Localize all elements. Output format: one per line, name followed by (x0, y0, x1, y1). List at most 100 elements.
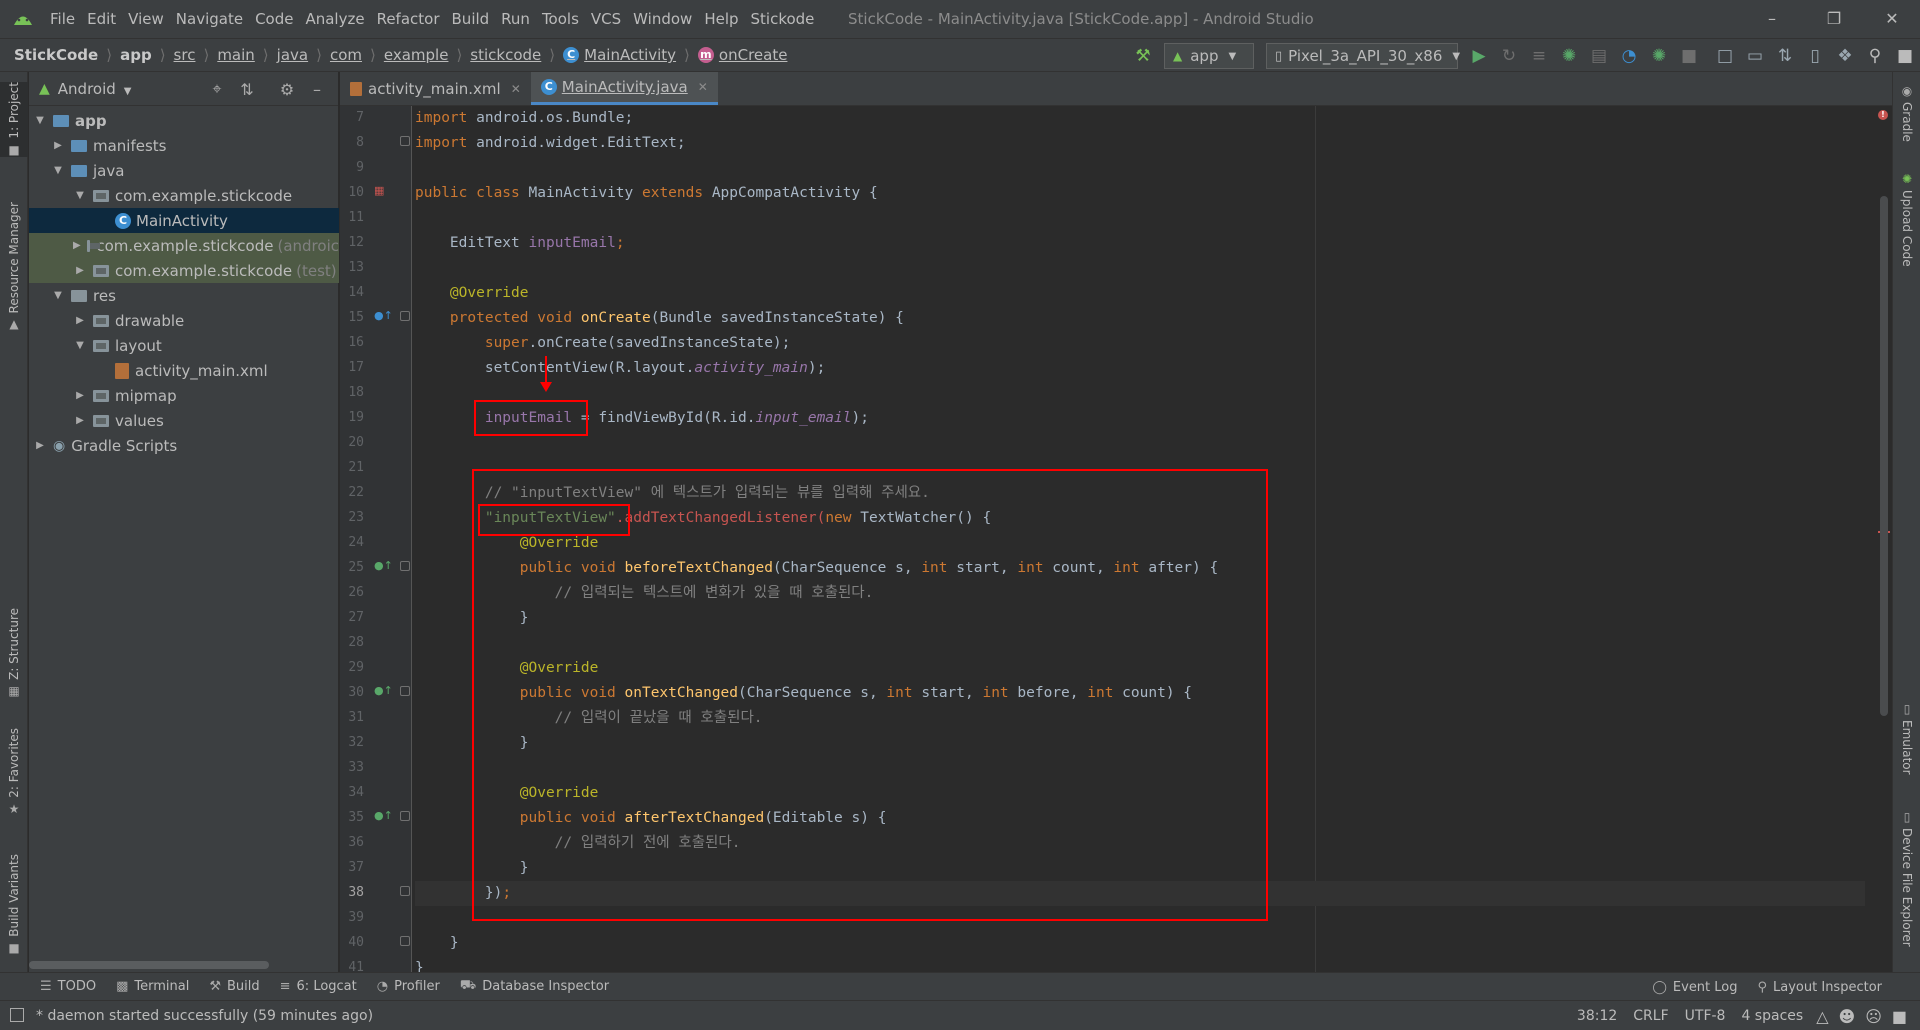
search-icon[interactable]: ⚲ (1860, 41, 1890, 71)
todo-tool-button[interactable]: ☰ TODO (30, 979, 106, 994)
menu-code[interactable]: Code (249, 10, 299, 28)
stop-icon[interactable]: ■ (1674, 41, 1704, 71)
structure-tab[interactable]: Z: Structure ▦ (0, 608, 28, 698)
tool-windows-toggle-icon[interactable] (10, 1007, 24, 1022)
tree-item-package[interactable]: ▼ com.example.stickcode (29, 183, 339, 208)
breadcrumb-src[interactable]: src (174, 46, 196, 64)
apply-code-changes-icon[interactable]: ≡ (1524, 41, 1554, 71)
sdk-manager-icon[interactable]: ⇅ (1770, 41, 1800, 71)
fold-icon[interactable] (400, 686, 410, 696)
plugin-icon[interactable]: ❖ (1830, 41, 1860, 71)
fold-icon[interactable] (400, 136, 410, 146)
menu-view[interactable]: View (122, 10, 170, 28)
breadcrumb-example[interactable]: example (384, 46, 449, 64)
collapse-arrow-icon[interactable]: ▶ (73, 415, 87, 426)
collapse-arrow-icon[interactable]: ▶ (73, 315, 87, 326)
breadcrumb-project[interactable]: StickCode (14, 46, 98, 64)
debug-icon[interactable]: ✺ (1554, 41, 1584, 71)
attach-debugger-icon[interactable]: ✺ (1644, 41, 1674, 71)
line-separator[interactable]: CRLF (1633, 1008, 1668, 1024)
breadcrumb-module[interactable]: app (120, 46, 152, 64)
menu-window[interactable]: Window (627, 10, 698, 28)
fold-icon[interactable] (400, 561, 410, 571)
status-message[interactable]: * daemon started successfully (59 minute… (10, 1007, 373, 1024)
override-gutter-icon[interactable]: ●↑ (374, 309, 393, 322)
menu-navigate[interactable]: Navigate (170, 10, 249, 28)
memory-indicator-icon[interactable]: ■ (1892, 1007, 1907, 1026)
menu-run[interactable]: Run (495, 10, 536, 28)
expand-arrow-icon[interactable]: ▼ (73, 190, 87, 201)
tab-mainactivity-java[interactable]: C MainActivity.java ✕ (530, 72, 718, 105)
expand-arrow-icon[interactable]: ▼ (33, 115, 47, 126)
menu-file[interactable]: File (44, 10, 81, 28)
tree-item-java[interactable]: ▼ java (29, 158, 339, 183)
account-icon[interactable]: ■ (1890, 41, 1920, 71)
avd-manager-icon[interactable]: ▭ (1740, 41, 1770, 71)
breadcrumb-main[interactable]: main (217, 46, 254, 64)
vertical-scrollbar[interactable] (1880, 196, 1888, 716)
terminal-tool-button[interactable]: ▩ Terminal (106, 979, 199, 994)
close-tab-icon[interactable]: ✕ (511, 82, 521, 96)
fold-icon[interactable] (400, 936, 410, 946)
breadcrumb-java[interactable]: java (277, 46, 308, 64)
collapse-arrow-icon[interactable]: ▶ (73, 240, 81, 251)
android-activity-gutter-icon[interactable]: ▦ (374, 184, 384, 197)
upload-code-tab[interactable]: ✺ Upload Code (1893, 172, 1920, 267)
restore-icon[interactable]: ❐ (1814, 6, 1854, 32)
device-manager-icon[interactable]: ▯ (1800, 41, 1830, 71)
gear-icon[interactable]: ⚙ (272, 76, 302, 102)
implements-gutter-icon[interactable]: ●↑ (374, 559, 393, 572)
sync-project-icon[interactable]: □ (1710, 41, 1740, 71)
collapse-arrow-icon[interactable]: ▶ (33, 440, 47, 451)
menu-vcs[interactable]: VCS (585, 10, 627, 28)
menu-build[interactable]: Build (446, 10, 496, 28)
event-log-tool-button[interactable]: ◯ Event Log (1642, 980, 1747, 995)
menu-analyze[interactable]: Analyze (299, 10, 370, 28)
tree-item-mainactivity[interactable]: C MainActivity (29, 208, 339, 233)
tree-item-res[interactable]: ▼ res (29, 283, 339, 308)
make-project-hammer-icon[interactable]: ⚒ (1128, 41, 1158, 71)
project-view-select[interactable]: Android ▼ (58, 80, 132, 98)
tree-item-mipmap[interactable]: ▶ mipmap (29, 383, 339, 408)
device-select[interactable]: ▯ Pixel_3a_API_30_x86 ▼ (1266, 43, 1460, 69)
caret-position[interactable]: 38:12 (1577, 1008, 1617, 1024)
menu-refactor[interactable]: Refactor (371, 10, 446, 28)
error-indicator-icon[interactable]: ! (1878, 110, 1888, 120)
close-tab-icon[interactable]: ✕ (698, 80, 708, 94)
project-tool-tab[interactable]: 1: Project ■ (0, 82, 28, 157)
profile-icon[interactable]: ◔ (1614, 41, 1644, 71)
frown-icon[interactable]: ☹ (1865, 1007, 1882, 1026)
breadcrumb-com[interactable]: com (330, 46, 362, 64)
implements-gutter-icon[interactable]: ●↑ (374, 684, 393, 697)
fold-icon[interactable] (400, 311, 410, 321)
run-icon[interactable]: ▶ (1464, 41, 1494, 71)
close-icon[interactable]: ✕ (1872, 6, 1912, 32)
apply-changes-icon[interactable]: ↻ (1494, 41, 1524, 71)
coverage-icon[interactable]: ▤ (1584, 41, 1614, 71)
breadcrumb-oncreate[interactable]: m onCreate (697, 46, 787, 64)
smiley-icon[interactable]: ☻ (1839, 1007, 1856, 1026)
logcat-tool-button[interactable]: ≡ 6: Logcat (270, 979, 367, 994)
expand-arrow-icon[interactable]: ▼ (51, 165, 65, 176)
tree-item-package-androidtest[interactable]: ▶ com.example.stickcode (androic (29, 233, 339, 258)
database-inspector-tool-button[interactable]: ⛟ Database Inspector (450, 978, 619, 995)
expand-arrow-icon[interactable]: ▼ (73, 340, 87, 351)
fold-icon[interactable] (400, 886, 410, 896)
menu-edit[interactable]: Edit (81, 10, 122, 28)
indent-setting[interactable]: 4 spaces (1741, 1008, 1803, 1024)
breadcrumb-mainactivity[interactable]: C MainActivity (563, 46, 676, 64)
file-encoding[interactable]: UTF-8 (1685, 1008, 1726, 1024)
profiler-tool-button[interactable]: ◔ Profiler (367, 979, 450, 994)
tree-item-app[interactable]: ▼ app (29, 108, 339, 133)
collapse-arrow-icon[interactable]: ▶ (73, 265, 87, 276)
tree-item-layout[interactable]: ▼ layout (29, 333, 339, 358)
device-file-explorer-tab[interactable]: ▯ Device File Explorer (1893, 810, 1920, 947)
locate-file-icon[interactable]: ⌖ (202, 76, 232, 102)
menu-tools[interactable]: Tools (536, 10, 585, 28)
gradle-tab[interactable]: ◉ Gradle (1893, 84, 1920, 142)
collapse-arrow-icon[interactable]: ▶ (73, 390, 87, 401)
fold-icon[interactable] (400, 811, 410, 821)
lock-icon[interactable]: △ (1816, 1007, 1828, 1026)
favorites-tab[interactable]: 2: Favorites ★ (0, 728, 28, 816)
build-tool-button[interactable]: ⚒ Build (199, 979, 269, 994)
